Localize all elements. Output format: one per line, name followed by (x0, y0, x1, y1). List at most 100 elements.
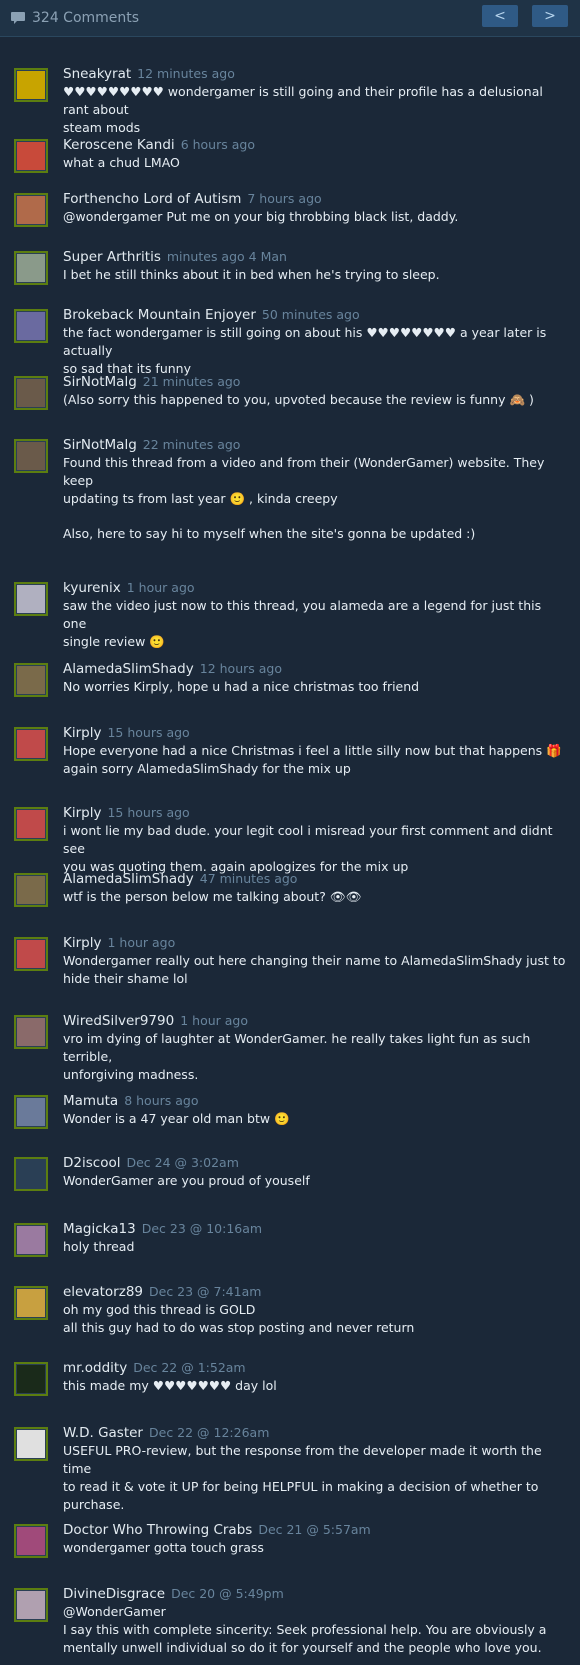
avatar-image (17, 1018, 45, 1046)
comment-author[interactable]: Brokeback Mountain Enjoyer (63, 307, 256, 323)
avatar[interactable] (14, 193, 48, 227)
comment-timestamp: 1 hour ago (180, 1013, 248, 1028)
comment-timestamp: Dec 23 @ 7:41am (149, 1284, 262, 1299)
comment-line: No worries Kirply, hope u had a nice chr… (63, 679, 420, 694)
comment-author[interactable]: AlamedaSlimShady (63, 871, 194, 887)
comment-author[interactable]: SirNotMalg (63, 437, 137, 453)
avatar-image (17, 196, 45, 224)
avatar[interactable] (14, 663, 48, 697)
avatar[interactable] (14, 582, 48, 616)
comment-text: i wont lie my bad dude. your legit cool … (63, 822, 566, 876)
comment-line: (Also sorry this happened to you, upvote… (63, 392, 534, 407)
comment-author[interactable]: Magicka13 (63, 1221, 136, 1237)
comment-count: 324 Comments (10, 10, 139, 26)
avatar-image (17, 1527, 45, 1555)
comment-item: SirNotMalg 21 minutes ago (Also sorry this… (14, 374, 566, 410)
comment-author[interactable]: AlamedaSlimShady (63, 661, 194, 677)
comment-author[interactable]: Keroscene Kandi (63, 137, 175, 153)
avatar[interactable] (14, 1157, 48, 1191)
comment-line: this made my ♥♥♥♥♥♥♥ day lol (63, 1378, 277, 1393)
comment-line: Also, here to say hi to myself when the … (63, 526, 476, 541)
comment-line: wondergamer gotta touch grass (63, 1540, 264, 1555)
comment-text: (Also sorry this happened to you, upvote… (63, 391, 566, 409)
avatar[interactable] (14, 439, 48, 473)
avatar[interactable] (14, 251, 48, 285)
avatar[interactable] (14, 873, 48, 907)
comment-line: what a chud LMAO (63, 155, 180, 170)
comment-line: WonderGamer are you proud of youself (63, 1173, 310, 1188)
avatar[interactable] (14, 1286, 48, 1320)
comment-meta: D2iscool Dec 24 @ 3:02am (63, 1155, 566, 1171)
avatar[interactable] (14, 727, 48, 761)
comment-line: I say this with complete sincerity: Seek… (63, 1622, 547, 1637)
avatar[interactable] (14, 1095, 48, 1129)
comment-author[interactable]: Kirply (63, 725, 101, 741)
comment-line: mentally unwell individual so do it for … (63, 1640, 542, 1655)
comment-timestamp: Dec 23 @ 10:16am (141, 1221, 263, 1236)
comment-body: Kirply 15 hours ago Hope everyone had a ni… (63, 725, 566, 778)
avatar[interactable] (14, 139, 48, 173)
comment-body: elevatorz89 Dec 23 @ 7:41am oh my god this… (63, 1284, 566, 1337)
avatar[interactable] (14, 68, 48, 102)
avatar[interactable] (14, 1223, 48, 1257)
comment-author[interactable]: WiredSilver9790 (63, 1013, 174, 1029)
comment-author[interactable]: SirNotMalg (63, 374, 137, 390)
comment-meta: kyurenix 1 hour ago (63, 580, 566, 596)
comment-meta: Kirply 15 hours ago (63, 725, 566, 741)
comment-author[interactable]: Doctor Who Throwing Crabs (63, 1522, 252, 1538)
avatar[interactable] (14, 1362, 48, 1396)
avatar-image (17, 1430, 45, 1458)
comment-item: Kirply 15 hours ago i wont lie my bad dude… (14, 805, 566, 876)
avatar[interactable] (14, 937, 48, 971)
comment-author[interactable]: kyurenix (63, 580, 121, 596)
comment-author[interactable]: Super Arthritis (63, 249, 161, 265)
avatar[interactable] (14, 1524, 48, 1558)
next-page-button[interactable]: > (532, 5, 568, 27)
comment-item: Kirply 15 hours ago Hope everyone had a ni… (14, 725, 566, 778)
comment-author[interactable]: elevatorz89 (63, 1284, 143, 1300)
comment-author[interactable]: D2iscool (63, 1155, 120, 1171)
comment-line: wtf is the person below me talking about… (63, 889, 362, 904)
comment-body: AlamedaSlimShady 12 hours ago No worries K… (63, 661, 566, 697)
avatar[interactable] (14, 807, 48, 841)
avatar-image (17, 312, 45, 340)
comment-author[interactable]: Forthencho Lord of Autism (63, 191, 241, 207)
comment-author[interactable]: Sneakyrat (63, 66, 131, 82)
comment-line: unforgiving madness. (63, 1067, 199, 1082)
comment-item: Super Arthritis minutes ago 4 Man I bet he… (14, 249, 566, 285)
avatar[interactable] (14, 1427, 48, 1461)
comment-line: oh my god this thread is GOLD (63, 1302, 256, 1317)
avatar-image (17, 1365, 45, 1393)
comment-item: SirNotMalg 22 minutes ago Found this threa… (14, 437, 566, 543)
comment-item: DivineDisgrace Dec 20 @ 5:49pm @WonderGame… (14, 1586, 566, 1657)
avatar-image (17, 940, 45, 968)
comment-author[interactable]: Mamuta (63, 1093, 118, 1109)
comment-text: saw the video just now to this thread, y… (63, 597, 566, 651)
comment-item: W.D. Gaster Dec 22 @ 12:26am USEFUL PRO-re… (14, 1425, 566, 1514)
comment-body: Keroscene Kandi 6 hours ago what a chud LM… (63, 137, 566, 173)
comment-line (63, 508, 566, 525)
comment-item: mr.oddity Dec 22 @ 1:52am this made my ♥♥♥… (14, 1360, 566, 1396)
comment-author[interactable]: W.D. Gaster (63, 1425, 143, 1441)
avatar[interactable] (14, 376, 48, 410)
comment-timestamp: 6 hours ago (180, 137, 255, 152)
comment-meta: Super Arthritis minutes ago 4 Man (63, 249, 566, 265)
comment-text: what a chud LMAO (63, 154, 566, 172)
prev-page-button[interactable]: < (482, 5, 518, 27)
comment-item: elevatorz89 Dec 23 @ 7:41am oh my god this… (14, 1284, 566, 1337)
comment-body: W.D. Gaster Dec 22 @ 12:26am USEFUL PRO-re… (63, 1425, 566, 1514)
avatar[interactable] (14, 309, 48, 343)
comment-line: @wondergamer Put me on your big throbbin… (63, 209, 459, 224)
comment-author[interactable]: Kirply (63, 935, 101, 951)
comment-author[interactable]: mr.oddity (63, 1360, 127, 1376)
comment-text: @wondergamer Put me on your big throbbin… (63, 208, 566, 226)
comment-timestamp: 12 minutes ago (137, 66, 235, 81)
comment-author[interactable]: DivineDisgrace (63, 1586, 165, 1602)
comment-line: all this guy had to do was stop posting … (63, 1320, 415, 1335)
avatar[interactable] (14, 1588, 48, 1622)
pagination: < > (482, 5, 568, 27)
avatar[interactable] (14, 1015, 48, 1049)
comment-body: Magicka13 Dec 23 @ 10:16am holy thread (63, 1221, 566, 1257)
comment-timestamp: Dec 21 @ 5:57am (258, 1522, 371, 1537)
comment-author[interactable]: Kirply (63, 805, 101, 821)
